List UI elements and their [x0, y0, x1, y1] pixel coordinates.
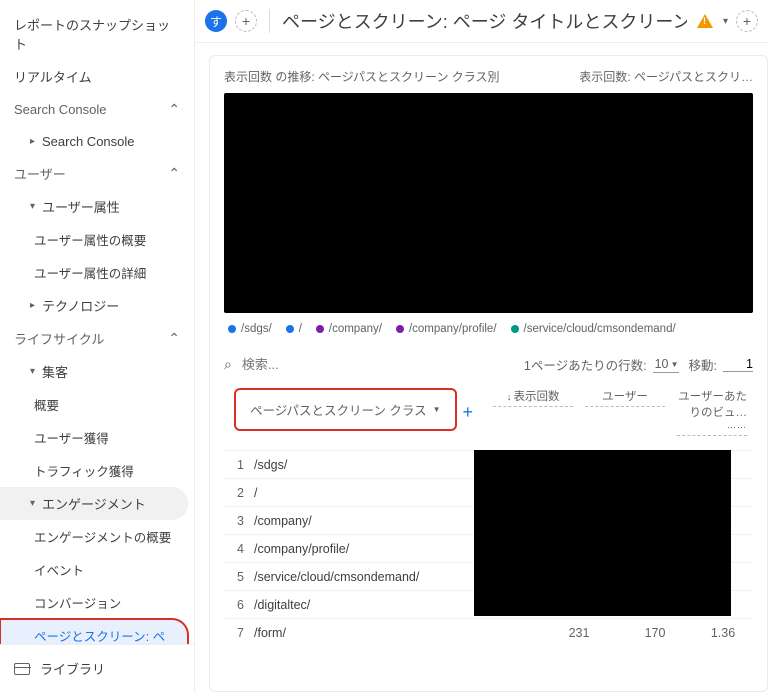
nav-technology[interactable]: ▸テクノロジー [0, 289, 194, 322]
goto-label: 移動: [689, 355, 717, 374]
table-controls: ⌕ 1ページあたりの行数: 10▼ 移動: [224, 349, 753, 384]
chevron-up-icon: ⌃ [168, 330, 180, 347]
nav-engagement-overview[interactable]: エンゲージメントの概要 [0, 520, 194, 553]
nav-conversion[interactable]: コンバージョン [0, 586, 194, 619]
nav-search-console[interactable]: ▸Search Console [0, 125, 194, 157]
nav-realtime[interactable]: リアルタイム [0, 60, 194, 93]
sidebar-nav: レポートのスナップショット リアルタイム Search Console⌃ ▸Se… [0, 0, 194, 644]
ellipsis-icon: ⋯⋯ [677, 422, 747, 433]
line-chart[interactable] [224, 93, 753, 313]
cell-views: 231 [541, 626, 617, 640]
add-button[interactable]: + [736, 10, 758, 32]
caret-down-icon: ▾ [30, 201, 42, 212]
caret-down-icon: ▾ [30, 498, 42, 509]
legend-item[interactable]: /sdgs/ [228, 323, 272, 335]
sidebar: レポートのスナップショット リアルタイム Search Console⌃ ▸Se… [0, 0, 195, 692]
nav-acq-overview[interactable]: 概要 [0, 388, 194, 421]
caret-right-icon: ▸ [30, 136, 42, 147]
goto-input[interactable] [723, 357, 753, 372]
chart-title-right: 表示回数: ページパスとスクリ… [579, 68, 753, 85]
legend-dot-icon [286, 325, 294, 333]
section-user[interactable]: ユーザー⌃ [0, 157, 194, 190]
search-icon: ⌕ [224, 356, 232, 373]
topbar: す + ページとスクリーン: ページ タイトルとスクリーン クラス ▾ + [195, 0, 768, 43]
caret-down-icon[interactable]: ▾ [723, 16, 728, 27]
legend-dot-icon [316, 325, 324, 333]
avatar[interactable]: す [205, 10, 227, 32]
dimension-selector[interactable]: ページパスとスクリーン クラス ▼ [234, 388, 457, 431]
rows-per-page-label: 1ページあたりの行数: [524, 355, 647, 374]
nav-user-attr-detail[interactable]: ユーザー属性の詳細 [0, 256, 194, 289]
legend-dot-icon [228, 325, 236, 333]
metric-col-views[interactable]: ↓表示回数 [493, 388, 573, 407]
chart-legend: /sdgs/ / /company/ /company/profile/ /se… [224, 313, 753, 349]
cell-users: 170 [617, 626, 693, 640]
table-row[interactable]: 7/form/ 231 170 1.36 [224, 618, 753, 646]
chart-title-left: 表示回数 の推移: ページパスとスクリーン クラス別 [224, 68, 500, 85]
caret-down-icon: ▼ [671, 360, 679, 369]
page-title: ページとスクリーン: ページ タイトルとスクリーン クラス [282, 8, 687, 34]
report-card: 表示回数 の推移: ページパスとスクリーン クラス別 表示回数: ページパスとス… [209, 55, 768, 692]
sort-down-icon: ↓ [507, 392, 512, 403]
nav-acquisition[interactable]: ▾集客 [0, 355, 194, 388]
library-icon [14, 663, 30, 675]
nav-events[interactable]: イベント [0, 553, 194, 586]
caret-down-icon: ▾ [30, 366, 42, 377]
nav-pages-screens[interactable]: ページとスクリーン: ページ... [0, 619, 188, 644]
cell-views-per-user: 1.36 [693, 626, 753, 640]
add-dimension-button[interactable]: + [463, 402, 474, 423]
divider [269, 9, 270, 33]
rows-per-page-select[interactable]: 10▼ [653, 356, 679, 373]
legend-item[interactable]: /company/ [316, 323, 382, 335]
content: 表示回数 の推移: ページパスとスクリーン クラス別 表示回数: ページパスとス… [195, 43, 768, 692]
nav-user-attr[interactable]: ▾ユーザー属性 [0, 190, 194, 223]
legend-item[interactable]: /service/cloud/cmsondemand/ [511, 323, 676, 335]
caret-down-icon: ▼ [433, 405, 441, 414]
nav-user-attr-overview[interactable]: ユーザー属性の概要 [0, 223, 194, 256]
metric-col-views-per-user[interactable]: ユーザーあたりのビュ…⋯⋯ [677, 388, 747, 436]
add-comparison-button[interactable]: + [235, 10, 257, 32]
legend-dot-icon [511, 325, 519, 333]
section-search-console[interactable]: Search Console⌃ [0, 93, 194, 125]
main: す + ページとスクリーン: ページ タイトルとスクリーン クラス ▾ + 表示… [195, 0, 768, 692]
section-lifecycle[interactable]: ライフサイクル⌃ [0, 322, 194, 355]
search-input[interactable] [242, 357, 514, 372]
chevron-up-icon: ⌃ [168, 101, 180, 118]
metric-col-users[interactable]: ユーザー [585, 388, 665, 407]
legend-item[interactable]: / [286, 323, 302, 335]
nav-library[interactable]: ライブラリ [0, 644, 194, 692]
legend-dot-icon [396, 325, 404, 333]
nav-traffic-acq[interactable]: トラフィック獲得 [0, 454, 194, 487]
legend-item[interactable]: /company/profile/ [396, 323, 497, 335]
table-header: ページパスとスクリーン クラス ▼ + ↓表示回数 ユーザー ユーザーあたりのビ… [224, 384, 753, 438]
bar-chart-overlay [474, 450, 731, 616]
caret-right-icon: ▸ [30, 300, 42, 311]
chevron-up-icon: ⌃ [168, 165, 180, 182]
warning-icon[interactable] [695, 11, 715, 31]
nav-user-acq[interactable]: ユーザー獲得 [0, 421, 194, 454]
chart-header: 表示回数 の推移: ページパスとスクリーン クラス別 表示回数: ページパスとス… [224, 68, 753, 85]
nav-snapshot[interactable]: レポートのスナップショット [0, 8, 194, 60]
table-body: 1/sdgs/ 2/ 3/company/ 4/company/profile/… [224, 450, 753, 646]
nav-engagement[interactable]: ▾エンゲージメント [0, 487, 188, 520]
